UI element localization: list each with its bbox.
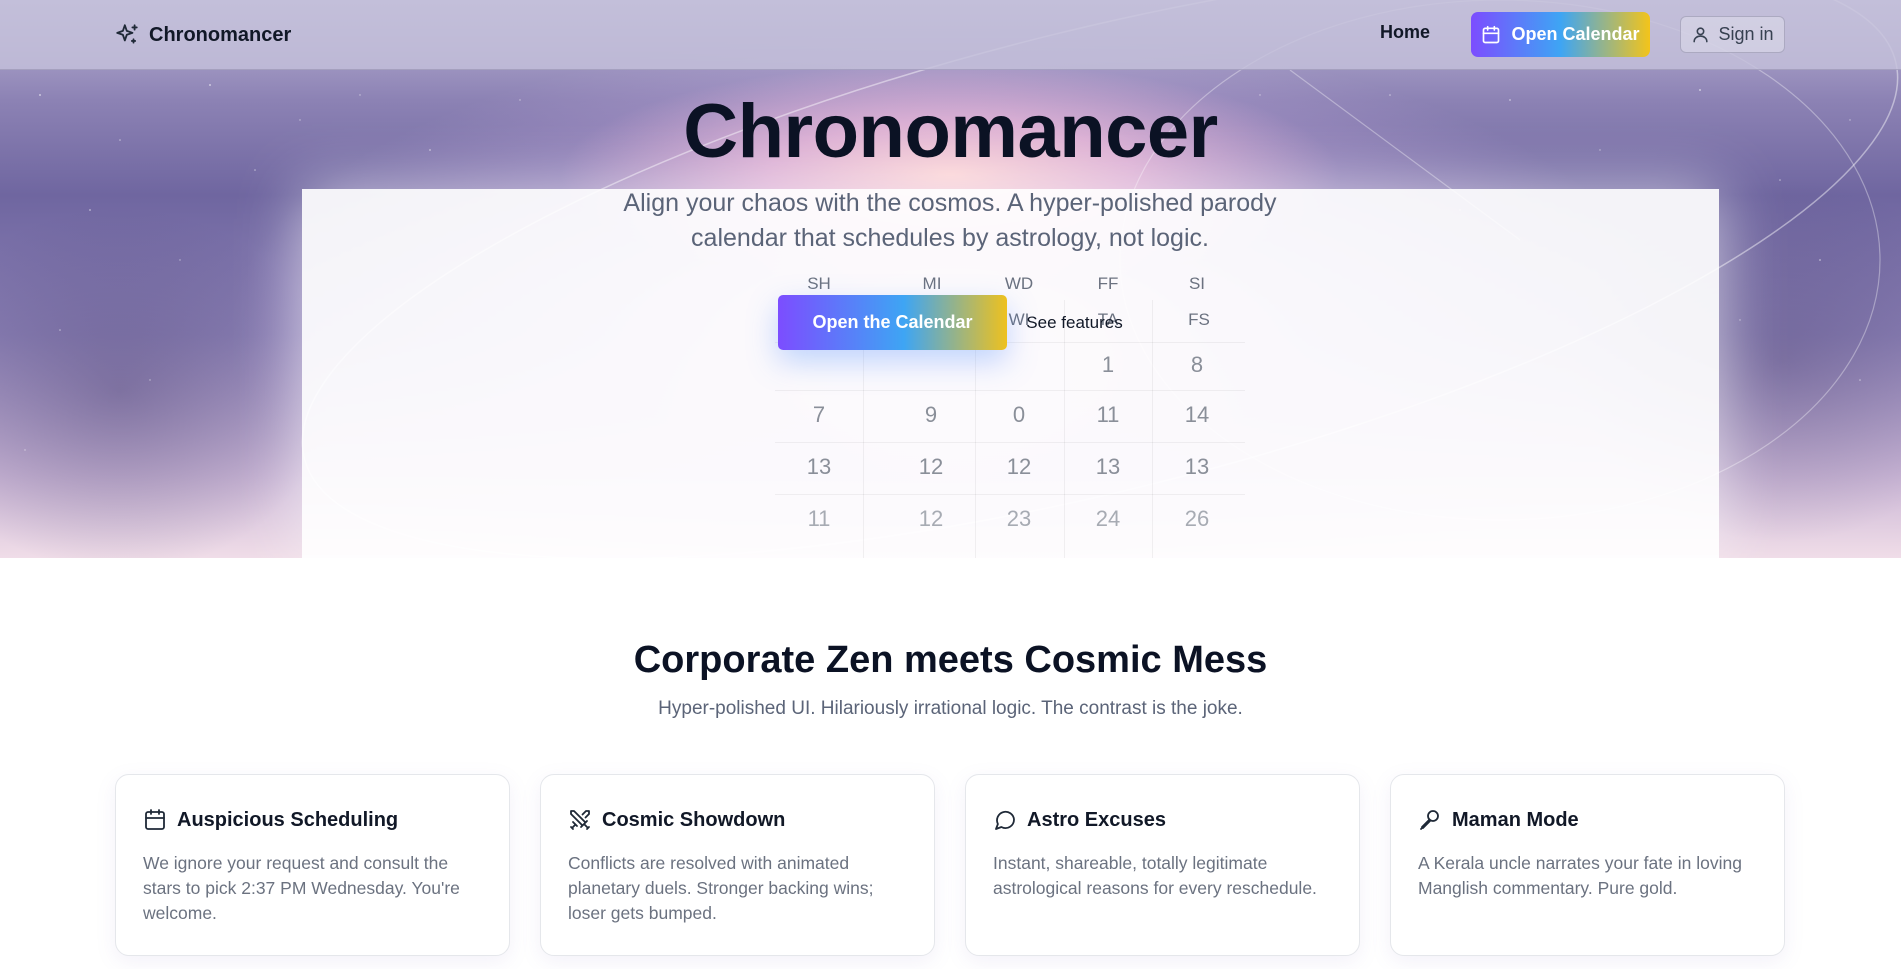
nav-home-link[interactable]: Home (1380, 22, 1430, 48)
feature-card-title: Auspicious Scheduling (177, 808, 399, 831)
feature-card-cosmic-showdown: Cosmic Showdown Conflicts are resolved w… (540, 774, 935, 956)
calendar-weekday: SH (807, 274, 831, 293)
calendar-weekday: SI (1188, 274, 1206, 293)
calendar-icon (143, 808, 167, 832)
calendar-icon (1481, 25, 1501, 45)
feature-card-astro-excuses: Astro Excuses Instant, shareable, totall… (965, 774, 1360, 956)
calendar-day: 9 (924, 402, 938, 427)
calendar-day: 13 (806, 454, 832, 479)
feature-card-text: Instant, shareable, totally legitimate a… (993, 853, 1317, 898)
calendar-weekday: MI (922, 274, 942, 293)
calendar-day: 7 (812, 402, 826, 427)
open-the-calendar-button[interactable]: Open the Calendar (778, 295, 1007, 350)
calendar-day: 1 (1101, 352, 1115, 377)
calendar-day: 12 (918, 454, 944, 479)
calendar-weekday: WD (1004, 274, 1034, 293)
swords-icon (568, 808, 592, 832)
calendar-day: 12 (918, 506, 944, 531)
feature-card-title: Maman Mode (1452, 808, 1579, 831)
features-subtitle: Hyper-polished UI. Hilariously irrationa… (658, 698, 1243, 719)
sign-in-button[interactable]: Sign in (1680, 16, 1785, 53)
feature-card-text: We ignore your request and consult the s… (143, 853, 460, 923)
calendar-day: 11 (1096, 402, 1120, 427)
feature-card-auspicious-scheduling: Auspicious Scheduling We ignore your req… (115, 774, 510, 956)
hero-title: Chronomancer (683, 89, 1218, 174)
see-features-link[interactable]: See features (1007, 308, 1142, 338)
sparkles-icon (114, 22, 140, 48)
calendar-day: 0 (1012, 402, 1026, 427)
calendar-day: 26 (1184, 506, 1210, 531)
brand-name: Chronomancer (149, 23, 292, 46)
calendar-day: 12 (1006, 454, 1032, 479)
brand-logo-link[interactable]: Chronomancer (114, 20, 291, 50)
feature-card-text: Conflicts are resolved with animated pla… (568, 853, 874, 923)
features-title: Corporate Zen meets Cosmic Mess (633, 639, 1268, 681)
user-icon (1691, 25, 1710, 44)
open-calendar-button[interactable]: Open Calendar (1471, 12, 1650, 57)
calendar-day: 24 (1095, 506, 1121, 531)
open-calendar-label: Open Calendar (1511, 24, 1640, 44)
top-navbar: Chronomancer Home Open Calendar Sign in (0, 0, 1901, 70)
feature-card-title: Astro Excuses (1027, 808, 1166, 831)
feature-card-maman-mode: Maman Mode A Kerala uncle narrates your … (1390, 774, 1785, 956)
calendar-day: 8 (1190, 352, 1204, 377)
feature-card-text: A Kerala uncle narrates your fate in lov… (1418, 853, 1742, 898)
calendar-day: 13 (1095, 454, 1121, 479)
calendar-weekday: FF (1097, 274, 1119, 293)
mic-icon (1418, 808, 1442, 832)
sign-in-label: Sign in (1718, 24, 1774, 44)
calendar-day: 11 (807, 506, 831, 531)
calendar-day: 13 (1184, 454, 1210, 479)
feature-card-title: Cosmic Showdown (602, 808, 786, 831)
calendar-subheader: FS (1188, 310, 1210, 329)
message-circle-icon (993, 808, 1017, 832)
calendar-day: 14 (1184, 402, 1210, 427)
hero-subtitle: Align your chaos with the cosmos. A hype… (623, 189, 1277, 252)
calendar-day: 23 (1006, 506, 1032, 531)
